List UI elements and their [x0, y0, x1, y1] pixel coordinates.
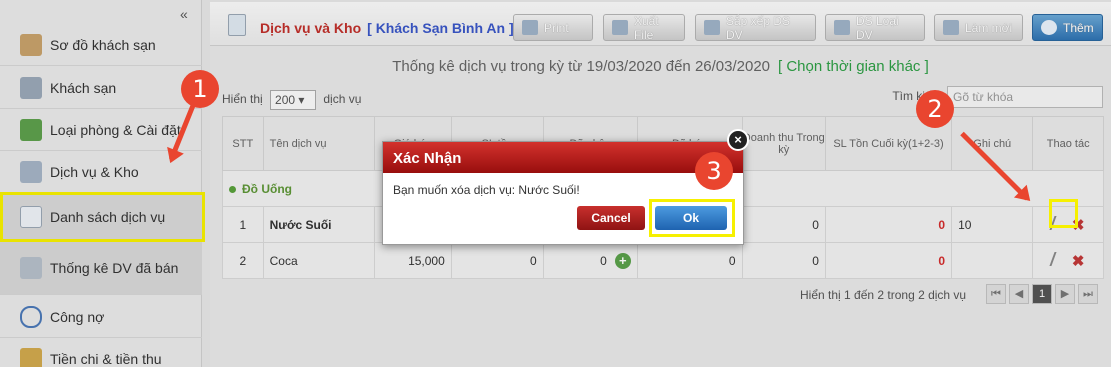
step-badge: 1	[181, 70, 219, 108]
dialog-title: Xác Nhận	[383, 142, 743, 173]
step-badge: 2	[916, 90, 954, 128]
highlight-box	[1049, 199, 1078, 228]
close-icon[interactable]: ×	[727, 129, 749, 151]
cancel-button[interactable]: Cancel	[577, 206, 645, 230]
confirm-dialog: Xác Nhận Bạn muốn xóa dịch vụ: Nước Suối…	[382, 141, 744, 245]
step-badge: 3	[695, 152, 733, 190]
highlight-box	[649, 199, 735, 237]
